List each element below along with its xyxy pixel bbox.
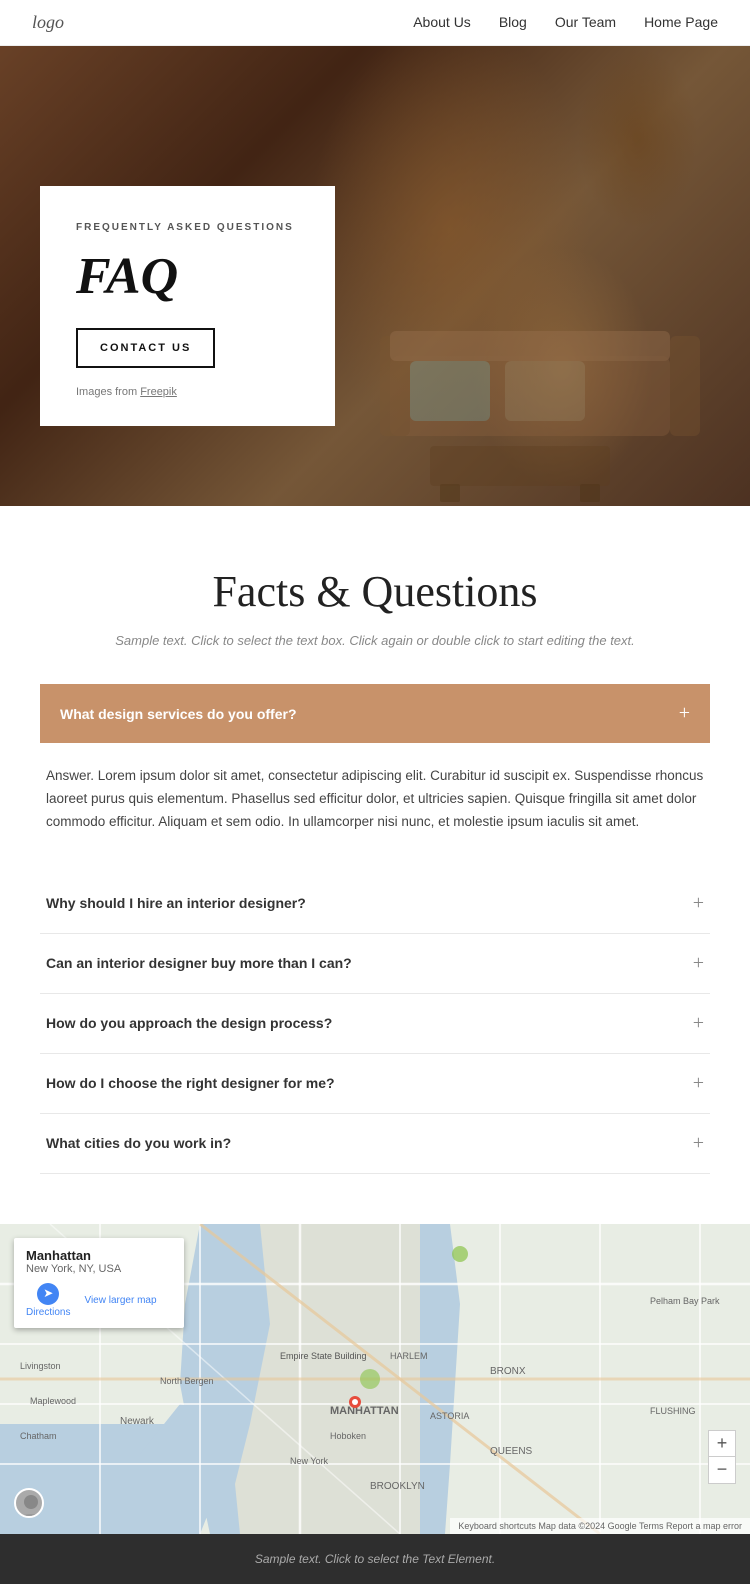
faq-question-2: How do you approach the design process? — [46, 1015, 332, 1031]
faq-section: Facts & Questions Sample text. Click to … — [0, 506, 750, 1194]
faq-question-3: How do I choose the right designer for m… — [46, 1075, 335, 1091]
nav-links: About Us Blog Our Team Home Page — [413, 14, 718, 32]
nav-blog[interactable]: Blog — [499, 14, 527, 30]
freepik-link[interactable]: Freepik — [140, 386, 177, 398]
hero-card: FREQUENTLY ASKED QUESTIONS FAQ CONTACT U… — [40, 186, 335, 426]
map-background: MANHATTAN BRONX QUEENS BROOKLYN Newark N… — [0, 1224, 750, 1534]
svg-text:ASTORIA: ASTORIA — [430, 1411, 469, 1421]
svg-text:Chatham: Chatham — [20, 1431, 57, 1441]
map-attribution: Keyboard shortcuts Map data ©2024 Google… — [458, 1521, 742, 1531]
faq-active-question: What design services do you offer? — [60, 706, 297, 722]
faq-active-toggle-icon: + — [679, 702, 690, 725]
faq-item-2[interactable]: How do you approach the design process? … — [40, 994, 710, 1054]
svg-text:QUEENS: QUEENS — [490, 1446, 533, 1457]
map-popup: Manhattan New York, NY, USA ➤ Directions… — [14, 1238, 184, 1328]
svg-text:Newark: Newark — [120, 1416, 155, 1427]
nav-home-page[interactable]: Home Page — [644, 14, 718, 30]
directions-icon: ➤ — [37, 1283, 59, 1305]
faq-item-0[interactable]: Why should I hire an interior designer? … — [40, 874, 710, 934]
nav-about-us[interactable]: About Us — [413, 14, 471, 30]
map-zoom-in-button[interactable]: + — [709, 1431, 735, 1457]
faq-active-item[interactable]: What design services do you offer? + — [40, 684, 710, 743]
hero-title: FAQ — [76, 247, 299, 306]
svg-text:MANHATTAN: MANHATTAN — [330, 1405, 399, 1417]
map-popup-address: New York, NY, USA — [26, 1263, 172, 1275]
faq-active-answer: Answer. Lorem ipsum dolor sit amet, cons… — [40, 743, 710, 862]
faq-question-4: What cities do you work in? — [46, 1135, 231, 1151]
faq-question-0: Why should I hire an interior designer? — [46, 895, 306, 911]
map-zoom-controls: + − — [708, 1430, 736, 1484]
nav-our-team[interactable]: Our Team — [555, 14, 616, 30]
faq-toggle-icon-4: + — [693, 1132, 704, 1155]
faq-subtitle: Sample text. Click to select the text bo… — [40, 633, 710, 648]
footer: Sample text. Click to select the Text El… — [0, 1534, 750, 1584]
faq-toggle-icon-1: + — [693, 952, 704, 975]
logo: logo — [32, 12, 64, 33]
faq-toggle-icon-0: + — [693, 892, 704, 915]
directions-label: Directions — [26, 1307, 70, 1318]
map-zoom-out-button[interactable]: − — [709, 1457, 735, 1483]
hero-images-credit: Images from Freepik — [76, 386, 299, 398]
svg-text:North Bergen: North Bergen — [160, 1376, 214, 1386]
faq-question-1: Can an interior designer buy more than I… — [46, 955, 352, 971]
svg-text:Empire State Building: Empire State Building — [280, 1351, 367, 1361]
faq-toggle-icon-3: + — [693, 1072, 704, 1095]
view-larger-map-link[interactable]: View larger map — [84, 1295, 156, 1306]
map-directions-button[interactable]: ➤ Directions — [26, 1283, 70, 1318]
footer-text: Sample text. Click to select the Text El… — [255, 1552, 495, 1566]
map-popup-actions: ➤ Directions View larger map — [26, 1283, 172, 1318]
hero-decoration — [330, 166, 750, 506]
navbar: logo About Us Blog Our Team Home Page — [0, 0, 750, 46]
map-user-avatar — [14, 1488, 44, 1518]
faq-item-1[interactable]: Can an interior designer buy more than I… — [40, 934, 710, 994]
map-section: MANHATTAN BRONX QUEENS BROOKLYN Newark N… — [0, 1224, 750, 1534]
faq-item-4[interactable]: What cities do you work in? + — [40, 1114, 710, 1174]
svg-text:Livingston: Livingston — [20, 1361, 61, 1371]
faq-item-3[interactable]: How do I choose the right designer for m… — [40, 1054, 710, 1114]
svg-text:HARLEM: HARLEM — [390, 1351, 428, 1361]
map-popup-title: Manhattan — [26, 1248, 172, 1263]
svg-text:Pelham Bay Park: Pelham Bay Park — [650, 1296, 720, 1306]
faq-main-title: Facts & Questions — [40, 566, 710, 617]
contact-us-button[interactable]: CONTACT US — [76, 328, 215, 368]
map-bottom-bar: Keyboard shortcuts Map data ©2024 Google… — [450, 1518, 750, 1534]
svg-text:FLUSHING: FLUSHING — [650, 1406, 696, 1416]
svg-text:Hoboken: Hoboken — [330, 1431, 366, 1441]
svg-text:BROOKLYN: BROOKLYN — [370, 1481, 425, 1492]
hero-subtitle: FREQUENTLY ASKED QUESTIONS — [76, 222, 299, 233]
svg-text:New York: New York — [290, 1456, 329, 1466]
svg-text:Maplewood: Maplewood — [30, 1396, 76, 1406]
faq-toggle-icon-2: + — [693, 1012, 704, 1035]
svg-text:BRONX: BRONX — [490, 1366, 526, 1377]
hero-section: FREQUENTLY ASKED QUESTIONS FAQ CONTACT U… — [0, 46, 750, 506]
